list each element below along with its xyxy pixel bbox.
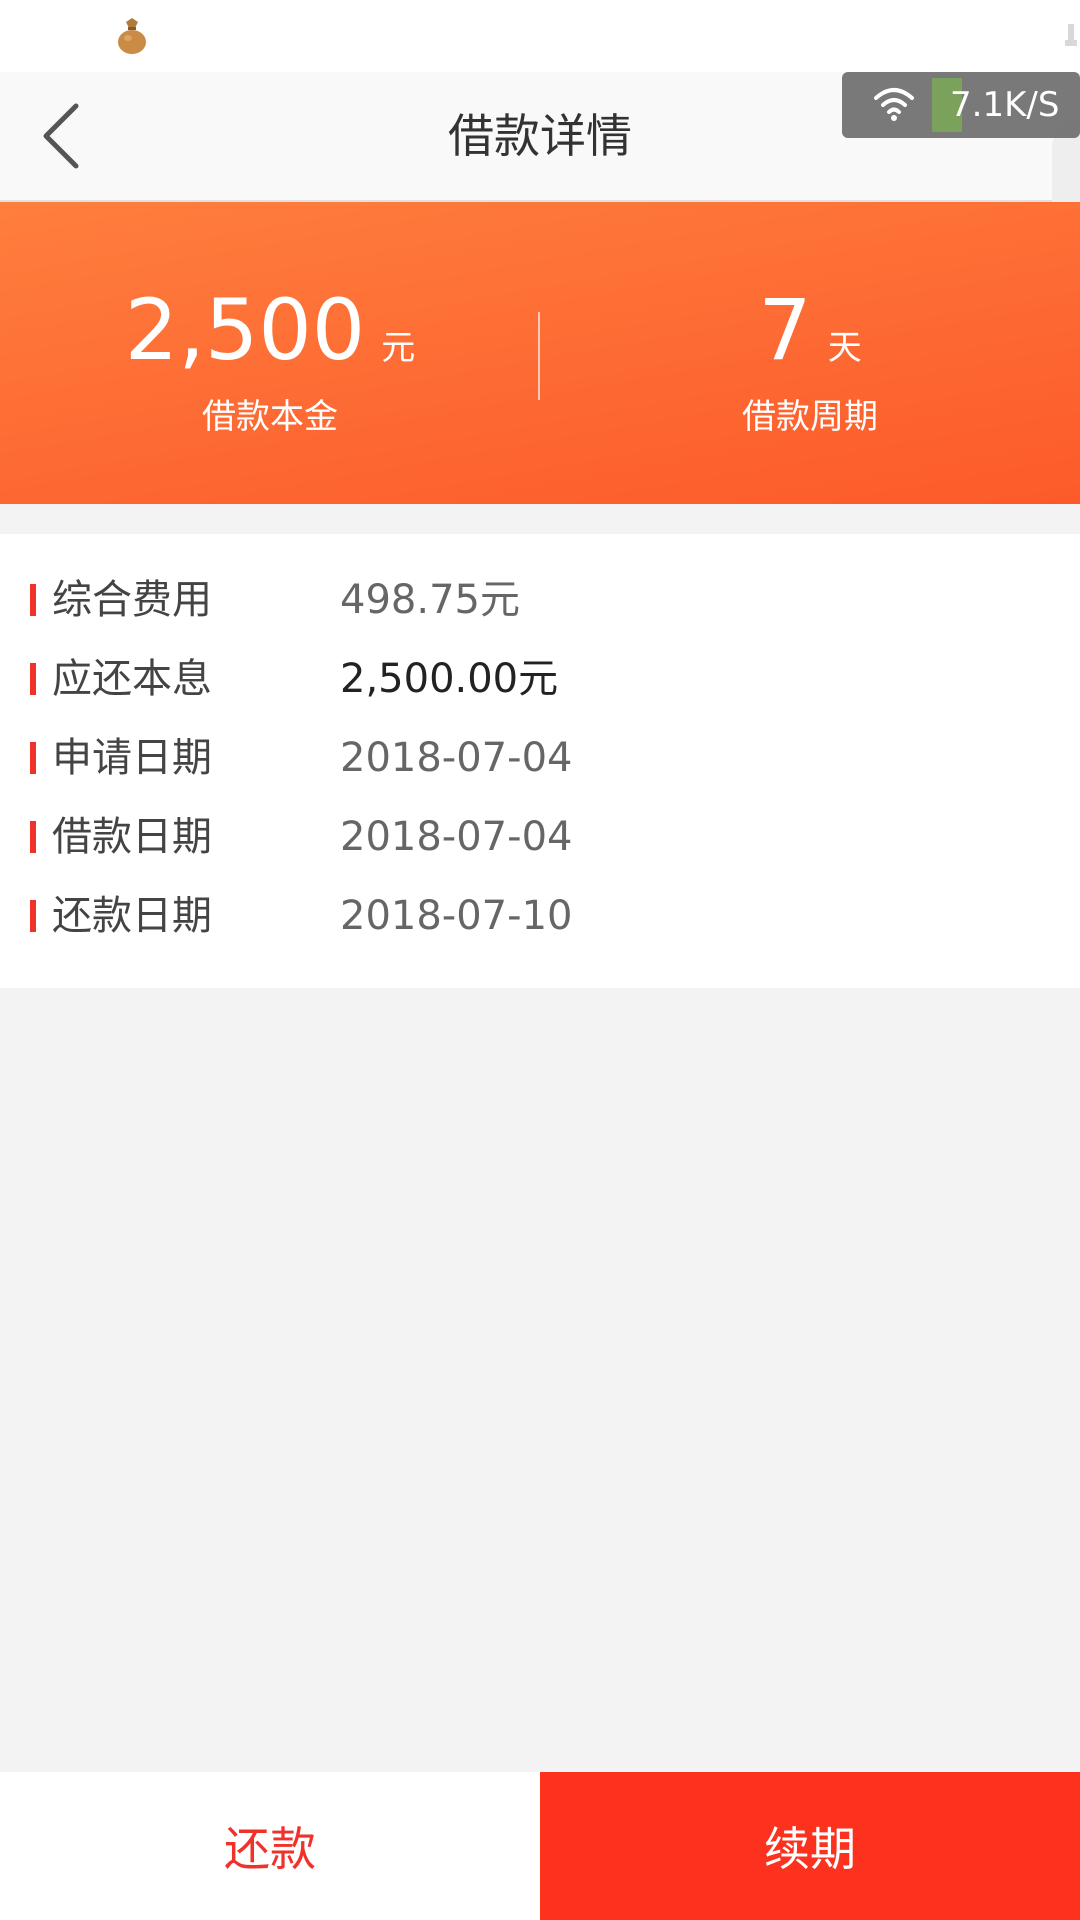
term-unit: 天 bbox=[827, 328, 862, 368]
term-label: 借款周期 bbox=[742, 397, 878, 437]
row-marker bbox=[30, 900, 36, 932]
detail-value: 2018-07-04 bbox=[340, 814, 573, 860]
term-amount: 7 bbox=[758, 281, 812, 379]
principal-unit: 元 bbox=[381, 328, 416, 368]
detail-row-fee: 综合费用 498.75元 bbox=[0, 560, 1080, 640]
usb-icon bbox=[1065, 24, 1077, 46]
principal-value-line: 2,500 元 bbox=[0, 280, 540, 380]
detail-value: 2,500.00元 bbox=[340, 656, 559, 702]
network-speed-text: 7.1K/S bbox=[950, 85, 1060, 125]
detail-row-repay-amount: 应还本息 2,500.00元 bbox=[0, 639, 1080, 719]
wifi-icon bbox=[874, 88, 914, 121]
detail-label: 还款日期 bbox=[52, 893, 212, 939]
detail-row-loan-date: 借款日期 2018-07-04 bbox=[0, 797, 1080, 877]
detail-label: 应还本息 bbox=[52, 656, 212, 702]
detail-value: 2018-07-04 bbox=[340, 735, 573, 781]
term-summary: 7天 借款周期 bbox=[540, 202, 1080, 504]
detail-value: 2018-07-10 bbox=[340, 893, 573, 939]
row-marker bbox=[30, 742, 36, 774]
status-bar bbox=[0, 0, 1080, 72]
principal-amount: 2,500 bbox=[124, 281, 366, 379]
detail-row-due-date: 还款日期 2018-07-10 bbox=[0, 876, 1080, 956]
row-marker bbox=[30, 584, 36, 616]
loan-summary-banner: 2,500 元 借款本金 7天 借款周期 bbox=[0, 202, 1080, 504]
detail-label: 申请日期 bbox=[52, 735, 212, 781]
detail-row-apply-date: 申请日期 2018-07-04 bbox=[0, 718, 1080, 798]
money-bag-icon bbox=[118, 18, 146, 54]
row-marker bbox=[30, 821, 36, 853]
loan-details-list: 综合费用 498.75元 应还本息 2,500.00元 申请日期 2018-07… bbox=[0, 534, 1080, 988]
bottom-action-bar: 还款 续期 bbox=[0, 1772, 1080, 1920]
detail-label: 借款日期 bbox=[52, 814, 212, 860]
chevron-left-icon bbox=[43, 103, 79, 169]
detail-value: 498.75元 bbox=[340, 577, 520, 623]
principal-summary: 2,500 元 借款本金 bbox=[0, 202, 540, 504]
renew-button[interactable]: 续期 bbox=[540, 1772, 1080, 1920]
back-button[interactable] bbox=[36, 98, 116, 174]
term-value-line: 7天 bbox=[540, 280, 1080, 380]
repay-button[interactable]: 还款 bbox=[0, 1772, 540, 1920]
principal-label: 借款本金 bbox=[202, 397, 338, 437]
detail-label: 综合费用 bbox=[52, 577, 212, 623]
network-speed-overlay: 7.1K/S bbox=[842, 72, 1080, 138]
row-marker bbox=[30, 663, 36, 695]
